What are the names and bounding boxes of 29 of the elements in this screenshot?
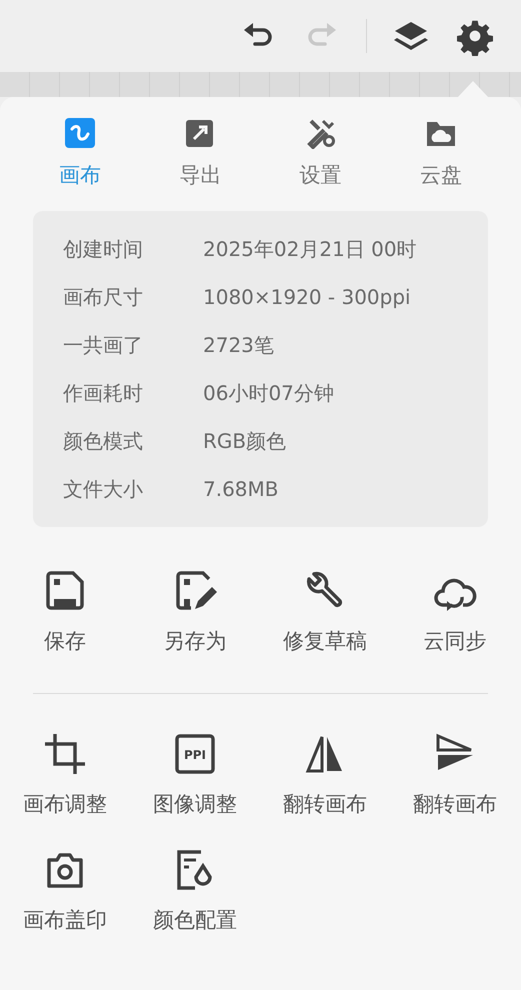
info-value: 2025年02月21日 00时 [203, 236, 417, 262]
menu-tab[interactable]: 云盘 [380, 113, 501, 193]
action-button[interactable]: 翻转画布 [260, 732, 390, 818]
action-button[interactable]: 翻转画布 [390, 732, 520, 818]
wave-icon [64, 117, 96, 149]
info-value: RGB颜色 [203, 428, 286, 454]
action-button[interactable]: 画布调整 [0, 732, 130, 818]
info-value: 7.68MB [203, 477, 279, 501]
info-label: 画布尺寸 [63, 284, 144, 310]
crop-icon [43, 732, 87, 776]
info-value: 06小时07分钟 [203, 380, 334, 406]
ppi-icon: PPI [173, 732, 217, 776]
action-button[interactable]: 另存为 [130, 569, 260, 655]
menu-tab[interactable]: 设置 [260, 113, 381, 193]
info-label: 颜色模式 [63, 428, 144, 454]
action-button[interactable]: PPI 图像调整 [130, 732, 260, 818]
info-label: 文件大小 [63, 476, 144, 502]
info-label: 创建时间 [63, 236, 144, 262]
info-label: 作画耗时 [63, 380, 144, 406]
menu-tab[interactable]: 导出 [140, 113, 260, 193]
action-button[interactable]: 云同步 [390, 569, 520, 655]
action-button[interactable]: 画布盖印 [0, 848, 130, 934]
info-value: 2723笔 [203, 332, 274, 358]
action-button[interactable]: 颜色配置 [130, 848, 260, 934]
action-button[interactable]: 修复草稿 [260, 569, 390, 655]
info-label: 一共画了 [63, 332, 144, 358]
info-value: 1080×1920 - 300ppi [203, 285, 411, 309]
tools-icon [304, 117, 337, 149]
action-button[interactable]: 保存 [0, 569, 130, 655]
